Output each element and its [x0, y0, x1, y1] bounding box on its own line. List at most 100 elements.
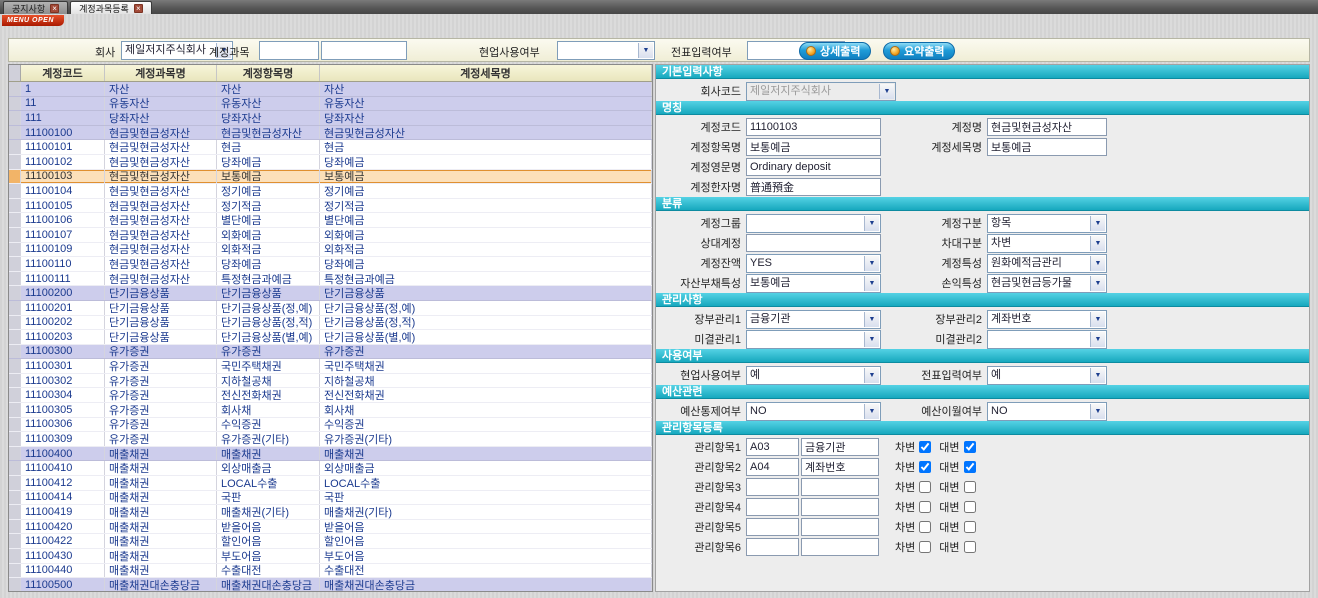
field-use-select[interactable]: ▼ — [557, 41, 655, 60]
form-row: 장부관리1 금융기관 ▼ 장부관리2 계좌번호 ▼ — [656, 309, 1309, 329]
budget-carry-select[interactable]: NO ▼ — [987, 402, 1107, 421]
table-row[interactable]: 11100500 매출채권대손충당금 매출채권대손충당금 매출채권대손충당금 — [9, 578, 652, 592]
detail-name-input[interactable] — [987, 138, 1107, 156]
pl-trait-select[interactable]: 현금및현금등가물 ▼ — [987, 274, 1107, 293]
account-balance-select[interactable]: YES ▼ — [746, 254, 881, 273]
table-row[interactable]: 1 자산 자산 자산 — [9, 82, 652, 97]
table-row[interactable]: 11100412 매출채권 LOCAL수출 LOCAL수출 — [9, 476, 652, 491]
table-row[interactable]: 11100203 단기금융상품 단기금융상품(별,예) 단기금융상품(별,예) — [9, 330, 652, 345]
mgmt-code-input[interactable] — [746, 518, 799, 536]
mgmt-code-input[interactable] — [746, 498, 799, 516]
table-row[interactable]: 11100104 현금및현금성자산 정기예금 정기예금 — [9, 184, 652, 199]
slip-yn-select[interactable]: 예 ▼ — [987, 366, 1107, 385]
table-row[interactable]: 11100440 매출채권 수출대전 수출대전 — [9, 564, 652, 579]
account-group-select[interactable]: ▼ — [746, 214, 881, 233]
mgmt-name-input[interactable] — [801, 518, 879, 536]
credit-checkbox[interactable] — [964, 481, 976, 493]
detail-name-label: 계정세목명 — [881, 139, 987, 155]
credit-checkbox[interactable] — [964, 441, 976, 453]
summary-print-button[interactable]: 요약출력 — [883, 42, 955, 60]
mgmt-code-input[interactable] — [746, 538, 799, 556]
table-row[interactable]: 11 유동자산 유동자산 유동자산 — [9, 97, 652, 112]
asset-trait-select[interactable]: 보통예금 ▼ — [746, 274, 881, 293]
table-row[interactable]: 11100430 매출채권 부도어음 부도어음 — [9, 549, 652, 564]
table-row[interactable]: 11100201 단기금융상품 단기금융상품(정,예) 단기금융상품(정,예) — [9, 301, 652, 316]
table-row[interactable]: 11100400 매출채권 매출채권 매출채권 — [9, 447, 652, 462]
item-name-input[interactable] — [746, 138, 881, 156]
credit-checkbox[interactable] — [964, 521, 976, 533]
table-row[interactable]: 11100419 매출채권 매출채권(기타) 매출채권(기타) — [9, 505, 652, 520]
use-yn-select[interactable]: 예 ▼ — [746, 366, 881, 385]
table-row[interactable]: 111 당좌자산 당좌자산 당좌자산 — [9, 111, 652, 126]
credit-checkbox[interactable] — [964, 461, 976, 473]
table-row[interactable]: 11100103 현금및현금성자산 보통예금 보통예금 — [9, 170, 652, 185]
english-name-input[interactable] — [746, 158, 881, 176]
table-row[interactable]: 11100102 현금및현금성자산 당좌예금 당좌예금 — [9, 155, 652, 170]
close-icon[interactable]: × — [134, 4, 143, 13]
table-row[interactable]: 11100200 단기금융상품 단기금융상품 단기금융상품 — [9, 286, 652, 301]
dc-type-select[interactable]: 차변 ▼ — [987, 234, 1107, 253]
table-row[interactable]: 11100202 단기금융상품 단기금융상품(정,적) 단기금융상품(정,적) — [9, 316, 652, 331]
table-row[interactable]: 11100422 매출채권 할인어음 할인어음 — [9, 534, 652, 549]
debit-checkbox[interactable] — [919, 501, 931, 513]
counter-account-input[interactable] — [746, 234, 881, 252]
cell-account-name: 유가증권 — [105, 374, 217, 388]
mgmt-name-input[interactable] — [801, 438, 879, 456]
row-indicator — [9, 418, 21, 432]
table-row[interactable]: 11100106 현금및현금성자산 별단예금 별단예금 — [9, 213, 652, 228]
table-row[interactable]: 11100101 현금및현금성자산 현금 현금 — [9, 140, 652, 155]
table-row[interactable]: 11100309 유가증권 유가증권(기타) 유가증권(기타) — [9, 432, 652, 447]
company-code-select[interactable]: 제일저지주식회사 ▼ — [746, 82, 896, 101]
form-row: 현업사용여부 예 ▼ 전표입력여부 예 ▼ — [656, 365, 1309, 385]
account-name-search-input[interactable] — [321, 41, 407, 60]
table-row[interactable]: 11100110 현금및현금성자산 당좌예금 당좌예금 — [9, 257, 652, 272]
mgmt-code-input[interactable] — [746, 478, 799, 496]
debit-checkbox[interactable] — [919, 441, 931, 453]
mgmt-code-input[interactable] — [746, 438, 799, 456]
mgmt-code-input[interactable] — [746, 458, 799, 476]
menu-open-button[interactable]: MENU OPEN — [2, 15, 64, 26]
close-icon[interactable]: × — [50, 4, 59, 13]
budget-control-select[interactable]: NO ▼ — [746, 402, 881, 421]
table-row[interactable]: 11100302 유가증권 지하철공채 지하철공채 — [9, 374, 652, 389]
table-row[interactable]: 11100301 유가증권 국민주택채권 국민주택채권 — [9, 359, 652, 374]
account-code-input[interactable] — [746, 118, 881, 136]
debit-checkbox[interactable] — [919, 461, 931, 473]
credit-checkbox[interactable] — [964, 501, 976, 513]
hanja-name-input[interactable] — [746, 178, 881, 196]
table-row[interactable]: 11100304 유가증권 전신전화채권 전신전화채권 — [9, 388, 652, 403]
pending2-select[interactable]: ▼ — [987, 330, 1107, 349]
mgmt-name-input[interactable] — [801, 458, 879, 476]
mgmt-item-row: 관리항목4 차변 대변 — [656, 497, 1309, 517]
mgmt-name-input[interactable] — [801, 478, 879, 496]
ledger1-select[interactable]: 금융기관 ▼ — [746, 310, 881, 329]
pending1-select[interactable]: ▼ — [746, 330, 881, 349]
debit-checkbox[interactable] — [919, 541, 931, 553]
row-indicator — [9, 388, 21, 402]
mgmt-name-input[interactable] — [801, 498, 879, 516]
table-row[interactable]: 11100107 현금및현금성자산 외화예금 외화예금 — [9, 228, 652, 243]
tab-account-registration[interactable]: 계정과목등록 × — [70, 1, 152, 14]
account-name-input[interactable] — [987, 118, 1107, 136]
table-row[interactable]: 11100109 현금및현금성자산 외화적금 외화적금 — [9, 243, 652, 258]
table-row[interactable]: 11100100 현금및현금성자산 현금및현금성자산 현금및현금성자산 — [9, 126, 652, 141]
table-row[interactable]: 11100420 매출채권 받을어음 받을어음 — [9, 520, 652, 535]
tab-notice[interactable]: 공지사항 × — [3, 1, 68, 14]
table-row[interactable]: 11100105 현금및현금성자산 정기적금 정기적금 — [9, 199, 652, 214]
table-row[interactable]: 11100305 유가증권 회사채 회사채 — [9, 403, 652, 418]
mgmt-name-input[interactable] — [801, 538, 879, 556]
ledger2-select[interactable]: 계좌번호 ▼ — [987, 310, 1107, 329]
table-row[interactable]: 11100111 현금및현금성자산 특정현금과예금 특정현금과예금 — [9, 272, 652, 287]
table-row[interactable]: 11100306 유가증권 수익증권 수익증권 — [9, 418, 652, 433]
debit-checkbox[interactable] — [919, 521, 931, 533]
table-row[interactable]: 11100300 유가증권 유가증권 유가증권 — [9, 345, 652, 360]
table-row[interactable]: 11100410 매출채권 외상매출금 외상매출금 — [9, 461, 652, 476]
pending1-label: 미결관리1 — [656, 331, 746, 347]
account-trait-select[interactable]: 원화예적금관리 ▼ — [987, 254, 1107, 273]
table-row[interactable]: 11100414 매출채권 국판 국판 — [9, 491, 652, 506]
account-code-search-input[interactable] — [259, 41, 319, 60]
debit-checkbox[interactable] — [919, 481, 931, 493]
account-type-select[interactable]: 항목 ▼ — [987, 214, 1107, 233]
detail-print-button[interactable]: 상세출력 — [799, 42, 871, 60]
credit-checkbox[interactable] — [964, 541, 976, 553]
